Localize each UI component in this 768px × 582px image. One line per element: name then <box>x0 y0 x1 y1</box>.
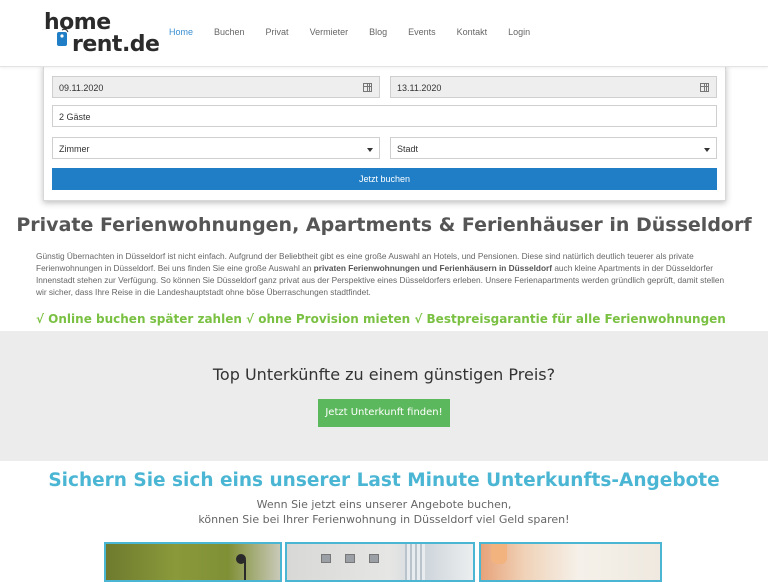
logo-word-rent: rent.de <box>72 32 160 57</box>
nav-login[interactable]: Login <box>499 27 542 37</box>
city-select[interactable]: Stadt <box>390 137 717 159</box>
guests-value: 2 Gäste <box>59 112 91 122</box>
find-accommodation-button[interactable]: Jetzt Unterkunft finden! <box>318 399 450 427</box>
last-minute-line2: können Sie bei Ihrer Ferienwohnung in Dü… <box>198 513 570 526</box>
checkout-date-value: 13.11.2020 <box>397 83 442 93</box>
site-logo[interactable]: home rent.de <box>44 10 160 58</box>
nav-events[interactable]: Events <box>399 27 448 37</box>
calendar-icon <box>700 83 709 92</box>
book-now-button[interactable]: Jetzt buchen <box>52 168 717 190</box>
checkout-date-input[interactable]: 13.11.2020 <box>390 76 717 98</box>
window-decor <box>405 544 425 580</box>
nav-blog[interactable]: Blog <box>360 27 399 37</box>
cta-section: Top Unterkünfte zu einem günstigen Preis… <box>0 331 768 461</box>
nav-kontakt[interactable]: Kontakt <box>448 27 500 37</box>
checkin-date-value: 09.11.2020 <box>59 83 104 93</box>
picture-frame-decor <box>369 554 379 563</box>
nav-buchen[interactable]: Buchen <box>205 27 257 37</box>
picture-frame-decor <box>345 554 355 563</box>
intro-text-bold: privaten Ferienwohnungen und Ferienhäuse… <box>313 263 553 273</box>
offer-thumbnail-3[interactable] <box>479 542 662 582</box>
last-minute-heading: Sichern Sie sich eins unserer Last Minut… <box>48 470 720 491</box>
calendar-icon <box>363 83 372 92</box>
city-value: Stadt <box>397 144 419 154</box>
picture-frame-decor <box>321 554 331 563</box>
lampshade-decor <box>491 544 507 564</box>
page-title: Private Ferienwohnungen, Apartments & Fe… <box>16 214 752 236</box>
lamp-decor <box>244 560 246 580</box>
last-minute-subtitle: Wenn Sie jetzt eins unserer Angebote buc… <box>0 497 768 527</box>
chevron-down-icon <box>704 148 710 152</box>
site-header: home rent.de Home Buchen Privat Vermiete… <box>0 0 768 67</box>
cta-heading: Top Unterkünfte zu einem günstigen Preis… <box>212 365 556 384</box>
chevron-down-icon <box>367 148 373 152</box>
guests-input[interactable]: 2 Gäste <box>52 105 717 127</box>
booking-form: 09.11.2020 13.11.2020 2 Gäste Zimmer Sta… <box>43 65 726 201</box>
usp-banner: √ Online buchen später zahlen √ ohne Pro… <box>36 312 726 326</box>
offer-thumbnail-1[interactable] <box>104 542 282 582</box>
room-type-value: Zimmer <box>59 144 90 154</box>
nav-vermieter[interactable]: Vermieter <box>301 27 361 37</box>
checkin-date-input[interactable]: 09.11.2020 <box>52 76 380 98</box>
intro-paragraph: Günstig Übernachten in Düsseldorf ist ni… <box>36 250 736 298</box>
room-type-select[interactable]: Zimmer <box>52 137 380 159</box>
offer-thumbnail-2[interactable] <box>285 542 475 582</box>
lamp-decor <box>236 554 246 564</box>
nav-privat[interactable]: Privat <box>257 27 301 37</box>
nav-home[interactable]: Home <box>160 27 205 37</box>
main-nav: Home Buchen Privat Vermieter Blog Events… <box>160 27 542 37</box>
last-minute-line1: Wenn Sie jetzt eins unserer Angebote buc… <box>256 498 512 511</box>
